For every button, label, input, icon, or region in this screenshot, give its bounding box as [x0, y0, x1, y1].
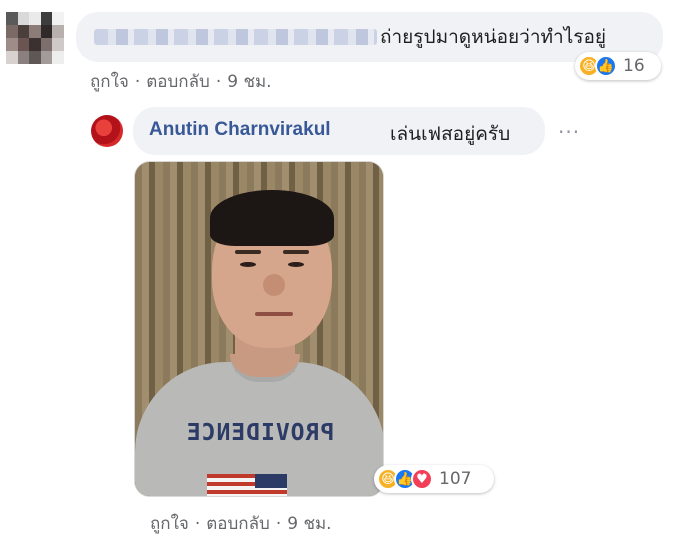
- nose: [263, 274, 285, 296]
- eyebrow: [235, 250, 261, 254]
- flag-print: [207, 474, 287, 496]
- comment-actions: ถูกใจ · ตอบกลับ · 9 ชม.: [90, 68, 272, 95]
- hair: [210, 190, 334, 246]
- like-icon: 👍: [595, 55, 617, 77]
- author-name[interactable]: Anutin Charnvirakul: [149, 119, 331, 141]
- reaction-count: 107: [439, 469, 472, 489]
- more-options-icon[interactable]: ···: [558, 120, 580, 144]
- commenter-avatar-pixelated[interactable]: [6, 12, 64, 64]
- comment-text: ถ่ายรูปมาดูหน่อยว่าทำไรอยู่: [380, 26, 606, 48]
- separator: ·: [215, 72, 222, 92]
- reply-link[interactable]: ตอบกลับ: [206, 514, 270, 534]
- comment-bubble: ถ่ายรูปมาดูหน่อยว่าทำไรอยู่: [76, 12, 663, 62]
- timestamp[interactable]: 9 ชม.: [227, 72, 271, 92]
- comment-text: เล่นเฟสอยู่ครับ: [390, 123, 511, 145]
- shirt-print-text: PROVIDENCE: [185, 420, 335, 446]
- reaction-summary[interactable]: 😆 👍 16: [575, 52, 661, 80]
- timestamp[interactable]: 9 ชม.: [287, 514, 331, 534]
- separator: ·: [194, 514, 201, 534]
- attached-photo[interactable]: PROVIDENCE: [134, 161, 384, 497]
- blurred-author-name[interactable]: [94, 29, 377, 45]
- mouth: [255, 312, 293, 316]
- reply-link[interactable]: ตอบกลับ: [146, 72, 210, 92]
- eye: [240, 262, 256, 267]
- eyebrow: [283, 250, 309, 254]
- reaction-count: 16: [623, 56, 645, 76]
- love-icon: ♥: [411, 468, 433, 490]
- reaction-summary[interactable]: 😆 👍 ♥ 107: [374, 465, 494, 493]
- separator: ·: [275, 514, 282, 534]
- separator: ·: [134, 72, 141, 92]
- reply-bubble: Anutin Charnvirakul เล่นเฟสอยู่ครับ: [133, 107, 545, 155]
- comment-actions: ถูกใจ · ตอบกลับ · 9 ชม.: [150, 510, 332, 537]
- like-link[interactable]: ถูกใจ: [150, 514, 189, 534]
- like-link[interactable]: ถูกใจ: [90, 72, 129, 92]
- eye: [288, 262, 304, 267]
- author-avatar[interactable]: [91, 115, 123, 147]
